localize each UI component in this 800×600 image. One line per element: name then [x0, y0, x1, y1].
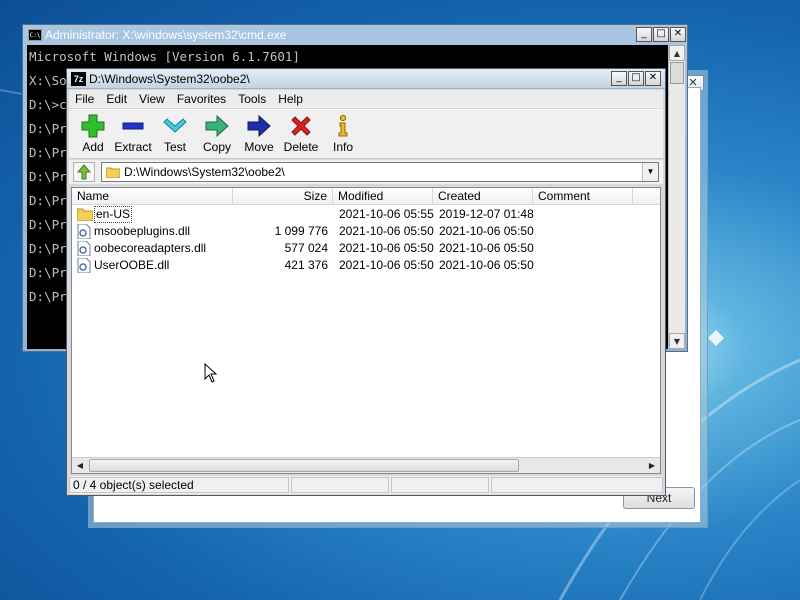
file-modified: 2021-10-06 05:55: [339, 207, 434, 221]
fm-maximize-button[interactable]: □: [628, 71, 644, 86]
move-label: Move: [244, 140, 274, 154]
status-bar: 0 / 4 object(s) selected: [69, 476, 663, 494]
file-name: oobecoreadapters.dll: [94, 241, 207, 255]
copy-label: Copy: [202, 140, 231, 154]
cmd-title: Administrator: X:\windows\system32\cmd.e…: [45, 28, 287, 42]
extract-label: Extract: [114, 140, 152, 154]
horizontal-scroll-thumb[interactable]: [89, 459, 519, 472]
copy-arrow-icon: [205, 114, 229, 138]
file-modified: 2021-10-06 05:50: [339, 258, 434, 272]
scroll-up-arrow-icon[interactable]: ▲: [669, 45, 685, 61]
dll-file-icon: [77, 241, 91, 256]
fm-minimize-button[interactable]: _: [611, 71, 627, 86]
folder-icon: [106, 167, 120, 178]
file-manager-window: 7z D:\Windows\System32\oobe2\ _ □ ✕ File…: [66, 68, 666, 496]
move-button[interactable]: Move: [237, 112, 281, 158]
delete-x-icon: [291, 116, 311, 136]
move-arrow-icon: [247, 114, 271, 138]
extract-button[interactable]: Extract: [111, 112, 155, 158]
horizontal-scrollbar[interactable]: ◀ ▶: [72, 457, 660, 473]
info-icon: [338, 114, 348, 137]
scroll-right-arrow-icon[interactable]: ▶: [644, 458, 660, 473]
menu-favorites[interactable]: Favorites: [171, 90, 232, 108]
cmd-caption-buttons: _ □ ✕: [636, 27, 686, 42]
extract-minus-icon: [122, 122, 144, 130]
file-size: 577 024: [284, 241, 328, 255]
file-modified: 2021-10-06 05:50: [339, 241, 434, 255]
file-name: en-US: [94, 206, 133, 223]
scroll-down-arrow-icon[interactable]: ▼: [669, 333, 685, 349]
file-created: 2021-10-06 05:50: [439, 224, 534, 238]
add-label: Add: [82, 140, 104, 154]
info-label: Info: [332, 140, 353, 154]
column-created[interactable]: Created: [433, 188, 533, 205]
mouse-pointer-icon: [204, 363, 218, 383]
list-item[interactable]: msoobeplugins.dll 1 099 776 2021-10-06 0…: [72, 223, 660, 240]
cmd-app-icon: C:\: [28, 29, 42, 41]
column-comment[interactable]: Comment: [533, 188, 633, 205]
column-modified[interactable]: Modified: [333, 188, 433, 205]
7zip-app-icon: 7z: [71, 72, 86, 86]
copy-button[interactable]: Copy: [195, 112, 239, 158]
up-arrow-icon: [76, 164, 92, 180]
list-item[interactable]: en-US 2021-10-06 05:55 2019-12-07 01:48: [72, 206, 660, 223]
info-button[interactable]: Info: [321, 112, 365, 158]
fm-close-button[interactable]: ✕: [645, 71, 661, 86]
cmd-minimize-button[interactable]: _: [636, 27, 652, 42]
menu-bar: File Edit View Favorites Tools Help: [69, 90, 663, 108]
status-selection: 0 / 4 object(s) selected: [69, 477, 289, 493]
console-line: Microsoft Windows [Version 6.1.7601]: [29, 49, 300, 64]
test-button[interactable]: Test: [153, 112, 197, 158]
path-combobox[interactable]: D:\Windows\System32\oobe2\ ▼: [101, 162, 659, 182]
test-label: Test: [163, 140, 186, 154]
file-name: msoobeplugins.dll: [94, 224, 191, 238]
status-cell-3: [391, 477, 489, 493]
scroll-left-arrow-icon[interactable]: ◀: [72, 458, 88, 473]
toolbar: Add Extract Test Copy Move Delete Info: [69, 109, 663, 159]
status-cell-4: [491, 477, 663, 493]
list-header: Name Size Modified Created Comment: [72, 188, 660, 205]
file-created: 2021-10-06 05:50: [439, 241, 534, 255]
file-size: 421 376: [284, 258, 328, 272]
status-cell-2: [291, 477, 389, 493]
dll-file-icon: [77, 258, 91, 273]
file-list: Name Size Modified Created Comment en-US…: [71, 187, 661, 474]
delete-label: Delete: [283, 140, 319, 154]
add-plus-icon: [81, 114, 105, 138]
cmd-maximize-button[interactable]: □: [653, 27, 669, 42]
file-created: 2019-12-07 01:48: [439, 207, 534, 221]
fm-title: D:\Windows\System32\oobe2\: [89, 72, 250, 86]
file-modified: 2021-10-06 05:50: [339, 224, 434, 238]
path-text: D:\Windows\System32\oobe2\: [124, 165, 285, 179]
file-name: UserOOBE.dll: [94, 258, 170, 272]
address-bar: D:\Windows\System32\oobe2\ ▼: [69, 160, 663, 184]
cmd-titlebar[interactable]: C:\ Administrator: X:\windows\system32\c…: [23, 25, 687, 45]
menu-tools[interactable]: Tools: [232, 90, 272, 108]
folder-icon: [77, 208, 93, 221]
list-item[interactable]: UserOOBE.dll 421 376 2021-10-06 05:50 20…: [72, 257, 660, 274]
menu-edit[interactable]: Edit: [100, 90, 133, 108]
menu-file[interactable]: File: [69, 90, 100, 108]
cmd-close-button[interactable]: ✕: [670, 27, 686, 42]
test-checkmark-icon: [163, 118, 187, 133]
delete-button[interactable]: Delete: [279, 112, 323, 158]
file-created: 2021-10-06 05:50: [439, 258, 534, 272]
column-size[interactable]: Size: [233, 188, 333, 205]
cmd-scroll-thumb[interactable]: [670, 62, 684, 84]
up-folder-button[interactable]: [73, 162, 95, 182]
list-item[interactable]: oobecoreadapters.dll 577 024 2021-10-06 …: [72, 240, 660, 257]
add-button[interactable]: Add: [71, 112, 115, 158]
menu-view[interactable]: View: [133, 90, 171, 108]
dll-file-icon: [77, 224, 91, 239]
column-name[interactable]: Name: [72, 188, 233, 205]
dropdown-arrow-icon[interactable]: ▼: [642, 163, 658, 181]
menu-help[interactable]: Help: [272, 90, 309, 108]
cmd-vertical-scrollbar[interactable]: ▲ ▼: [668, 45, 685, 349]
fm-titlebar[interactable]: 7z D:\Windows\System32\oobe2\: [67, 69, 665, 89]
file-size: 1 099 776: [274, 224, 328, 238]
fm-caption-buttons: _ □ ✕: [611, 71, 661, 86]
